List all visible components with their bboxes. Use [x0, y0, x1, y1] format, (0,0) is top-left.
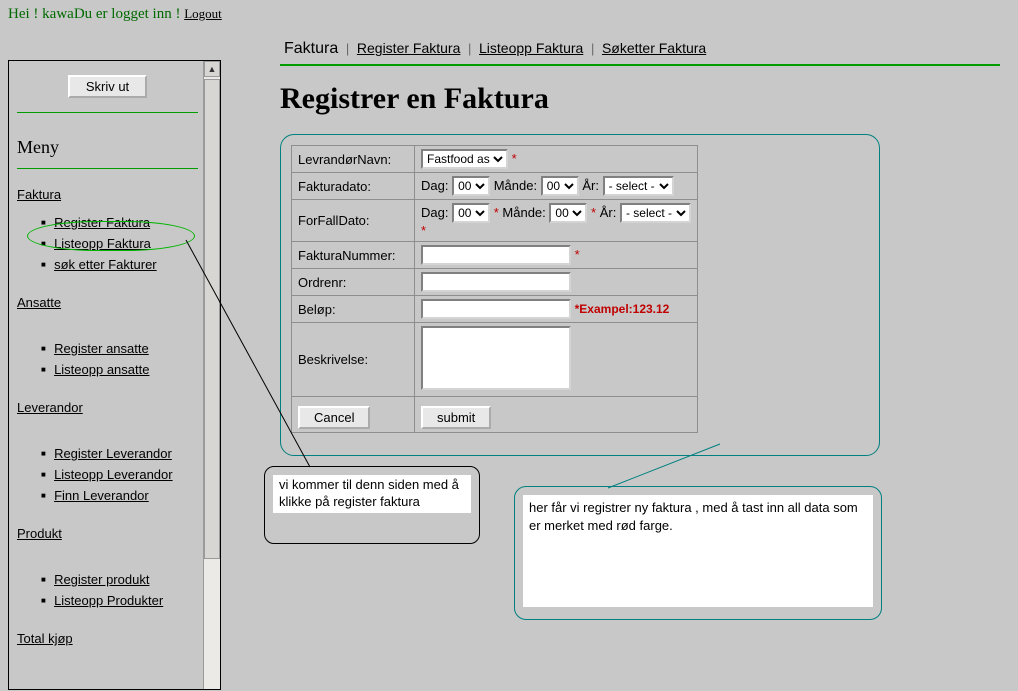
- label-ar: År:: [582, 178, 599, 193]
- list-item: Listeopp Produkter: [41, 590, 198, 611]
- menu-head-totalkjop[interactable]: Total kjøp: [17, 631, 73, 646]
- select-forfall-ar[interactable]: - select -: [620, 203, 691, 223]
- callout-right: her får vi registrer ny faktura , med å …: [514, 486, 882, 620]
- tab-listeopp-faktura[interactable]: Listeopp Faktura: [475, 40, 587, 56]
- sidebar-item-sok-fakturer[interactable]: søk etter Fakturer: [54, 257, 157, 272]
- required-icon: *: [512, 151, 517, 166]
- list-item: Register Leverandor: [41, 443, 198, 464]
- sidebar-item-register-faktura[interactable]: Register Faktura: [54, 215, 150, 230]
- select-forfall-dag[interactable]: 00: [452, 203, 490, 223]
- submit-button[interactable]: submit: [421, 406, 491, 429]
- input-fakturanr[interactable]: [421, 245, 571, 265]
- required-icon: *: [494, 205, 499, 220]
- tab-soketter-faktura[interactable]: Søketter Faktura: [598, 40, 710, 56]
- tab-bar: Faktura | Register Faktura | Listeopp Fa…: [280, 40, 1000, 60]
- list-item: Register Faktura: [41, 212, 198, 233]
- callout-left-text: vi kommer til denn siden med å klikke på…: [273, 475, 471, 513]
- label-fakturadato: Fakturadato:: [292, 173, 415, 200]
- sidebar-item-listeopp-ansatte[interactable]: Listeopp ansatte: [54, 362, 149, 377]
- select-leverandor[interactable]: Fastfood as: [421, 149, 508, 169]
- form-panel: LevrandørNavn: Fastfood as * Fakturadato…: [280, 134, 880, 456]
- callout-right-text: her får vi registrer ny faktura , med å …: [523, 495, 873, 607]
- select-forfall-mande[interactable]: 00: [549, 203, 587, 223]
- input-ordrenr[interactable]: [421, 272, 571, 292]
- print-button[interactable]: Skriv ut: [68, 75, 147, 98]
- list-item: søk etter Fakturer: [41, 254, 198, 275]
- sidebar-item-register-produkt[interactable]: Register produkt: [54, 572, 149, 587]
- label-ar: År:: [600, 205, 617, 220]
- username: kawa: [42, 6, 74, 22]
- tab-faktura[interactable]: Faktura: [280, 40, 342, 57]
- tab-sep: |: [468, 41, 471, 56]
- divider: [17, 168, 198, 169]
- tab-sep: |: [591, 41, 594, 56]
- divider: [280, 64, 1000, 66]
- logout-link[interactable]: Logout: [184, 6, 222, 21]
- label-mande: Månde:: [494, 178, 537, 193]
- menu-section-ansatte: Ansatte Register ansatte Listeopp ansatt…: [17, 295, 198, 380]
- list-item: Listeopp Leverandor: [41, 464, 198, 485]
- page-title: Registrer en Faktura: [280, 82, 1000, 116]
- select-faktura-ar[interactable]: - select -: [603, 176, 674, 196]
- list-item: Finn Leverandor: [41, 485, 198, 506]
- required-icon: *: [591, 205, 596, 220]
- menu-section-produkt: Produkt Register produkt Listeopp Produk…: [17, 526, 198, 611]
- menu-section-totalkjop: Total kjøp: [17, 631, 198, 656]
- select-faktura-dag[interactable]: 00: [452, 176, 490, 196]
- required-icon: *: [421, 223, 426, 238]
- input-belop[interactable]: [421, 299, 571, 319]
- label-ordrenr: Ordrenr:: [292, 269, 415, 296]
- label-dag: Dag:: [421, 205, 448, 220]
- label-dag: Dag:: [421, 178, 448, 193]
- label-belop: Beløp:: [292, 296, 415, 323]
- menu-section-faktura: Faktura Register Faktura Listeopp Faktur…: [17, 187, 198, 275]
- form-table: LevrandørNavn: Fastfood as * Fakturadato…: [291, 145, 698, 433]
- label-beskrivelse: Beskrivelse:: [292, 323, 415, 397]
- sidebar-item-listeopp-faktura[interactable]: Listeopp Faktura: [54, 236, 151, 251]
- tab-register-faktura[interactable]: Register Faktura: [353, 40, 464, 56]
- menu-head-ansatte[interactable]: Ansatte: [17, 295, 61, 310]
- main-content: Faktura | Register Faktura | Listeopp Fa…: [280, 40, 1000, 456]
- top-greeting: Hei ! kawaDu er logget inn ! Logout: [0, 0, 1018, 29]
- sidebar-item-register-leverandor[interactable]: Register Leverandor: [54, 446, 172, 461]
- menu-section-leverandor: Leverandor Register Leverandor Listeopp …: [17, 400, 198, 506]
- select-faktura-mande[interactable]: 00: [541, 176, 579, 196]
- hei-label: Hei !: [8, 6, 42, 22]
- list-item: Listeopp ansatte: [41, 359, 198, 380]
- list-item: Register produkt: [41, 569, 198, 590]
- menu-head-faktura[interactable]: Faktura: [17, 187, 61, 202]
- divider: [17, 112, 198, 113]
- cancel-button[interactable]: Cancel: [298, 406, 370, 429]
- sidebar-item-listeopp-leverandor[interactable]: Listeopp Leverandor: [54, 467, 173, 482]
- logged-in-label: Du er logget inn !: [74, 6, 184, 22]
- scrollbar[interactable]: ▲: [203, 61, 220, 689]
- sidebar-item-register-ansatte[interactable]: Register ansatte: [54, 341, 149, 356]
- label-fakturanr: FakturaNummer:: [292, 242, 415, 269]
- menu-head-produkt[interactable]: Produkt: [17, 526, 62, 541]
- scroll-up-icon[interactable]: ▲: [204, 61, 220, 77]
- label-leverandor: LevrandørNavn:: [292, 146, 415, 173]
- label-forfall: ForFallDato:: [292, 200, 415, 242]
- textarea-beskrivelse[interactable]: [421, 326, 571, 390]
- menu-head-leverandor[interactable]: Leverandor: [17, 400, 83, 415]
- sidebar-item-finn-leverandor[interactable]: Finn Leverandor: [54, 488, 149, 503]
- label-mande: Månde:: [502, 205, 545, 220]
- list-item: Register ansatte: [41, 338, 198, 359]
- tab-sep: |: [346, 41, 349, 56]
- callout-left: vi kommer til denn siden med å klikke på…: [264, 466, 480, 544]
- required-icon: *: [575, 247, 580, 262]
- menu-title: Meny: [17, 131, 198, 162]
- example-label: *Exampel:123.12: [575, 302, 670, 316]
- sidebar: Skriv ut Meny Faktura Register Faktura L…: [8, 60, 221, 690]
- sidebar-item-listeopp-produkter[interactable]: Listeopp Produkter: [54, 593, 163, 608]
- scroll-thumb[interactable]: [204, 79, 220, 559]
- list-item: Listeopp Faktura: [41, 233, 198, 254]
